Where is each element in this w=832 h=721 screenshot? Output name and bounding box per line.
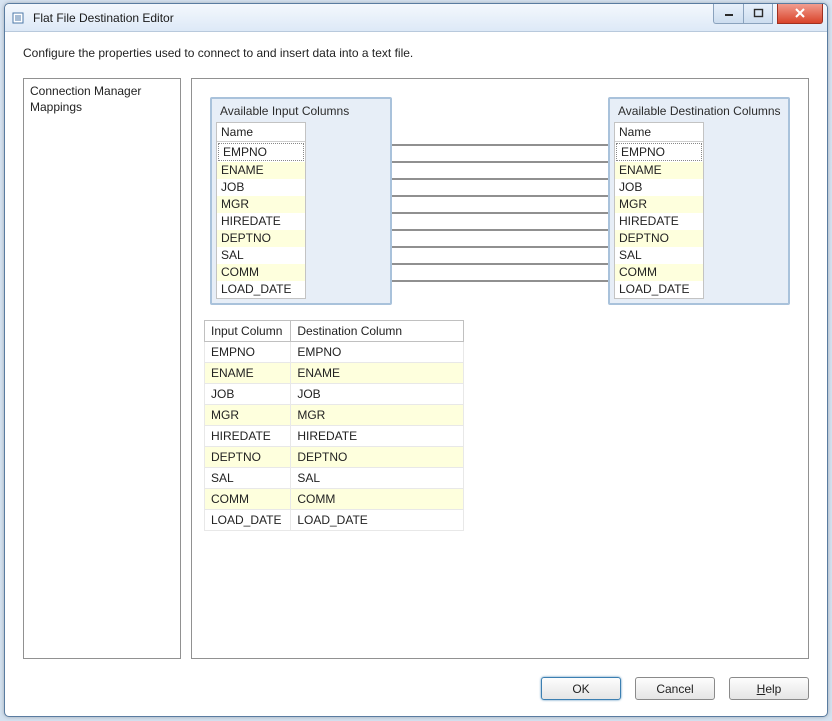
mapping-input-cell[interactable]: EMPNO: [205, 342, 291, 363]
mapping-table[interactable]: Input Column Destination Column EMPNOEMP…: [204, 320, 464, 531]
window-title: Flat File Destination Editor: [33, 11, 713, 25]
dialog-window: Flat File Destination Editor Configure t…: [4, 3, 828, 717]
input-col-sal[interactable]: SAL: [217, 247, 305, 264]
mapping-grid: Input Column Destination Column EMPNOEMP…: [204, 319, 796, 531]
dialog-button-bar: OK Cancel Help: [5, 667, 827, 716]
mapping-row[interactable]: LOAD_DATELOAD_DATE: [205, 510, 464, 531]
destination-column-list[interactable]: Name EMPNOENAMEJOBMGRHIREDATEDEPTNOSALCO…: [614, 122, 704, 299]
input-col-deptno[interactable]: DEPTNO: [217, 230, 305, 247]
mapping-destination-cell[interactable]: COMM: [291, 489, 464, 510]
mapping-destination-cell[interactable]: DEPTNO: [291, 447, 464, 468]
column-mapping-visual: Available Input Columns Name EMPNOENAMEJ…: [204, 89, 796, 305]
nav-item-mappings[interactable]: Mappings: [30, 99, 174, 115]
input-box-title: Available Input Columns: [216, 102, 386, 122]
dest-col-mgr[interactable]: MGR: [615, 196, 703, 213]
ok-button[interactable]: OK: [541, 677, 621, 700]
minimize-button[interactable]: [713, 4, 743, 24]
mapping-row[interactable]: ENAMEENAME: [205, 363, 464, 384]
nav-item-connection-manager[interactable]: Connection Manager: [30, 83, 174, 99]
window-controls: [713, 4, 827, 24]
title-bar[interactable]: Flat File Destination Editor: [5, 4, 827, 32]
mapping-input-cell[interactable]: LOAD_DATE: [205, 510, 291, 531]
mapping-input-cell[interactable]: MGR: [205, 405, 291, 426]
mapping-destination-cell[interactable]: EMPNO: [291, 342, 464, 363]
mapping-input-cell[interactable]: ENAME: [205, 363, 291, 384]
content-panel: Available Input Columns Name EMPNOENAMEJ…: [191, 78, 809, 659]
mapping-connectors: [392, 97, 608, 297]
mapping-row[interactable]: HIREDATEHIREDATE: [205, 426, 464, 447]
input-list-header: Name: [217, 123, 305, 142]
input-col-hiredate[interactable]: HIREDATE: [217, 213, 305, 230]
mapping-input-cell[interactable]: DEPTNO: [205, 447, 291, 468]
mapping-row[interactable]: EMPNOEMPNO: [205, 342, 464, 363]
mapping-row[interactable]: JOBJOB: [205, 384, 464, 405]
app-icon: [11, 10, 27, 26]
dest-col-load_date[interactable]: LOAD_DATE: [615, 281, 703, 298]
main-area: Connection Manager Mappings Available In…: [23, 78, 809, 659]
mapping-row[interactable]: SALSAL: [205, 468, 464, 489]
col-header-destination[interactable]: Destination Column: [291, 321, 464, 342]
available-destination-columns-box: Available Destination Columns Name EMPNO…: [608, 97, 790, 305]
help-label-first-letter: H: [757, 682, 766, 696]
dest-list-header: Name: [615, 123, 703, 142]
mapping-destination-cell[interactable]: JOB: [291, 384, 464, 405]
input-col-empno[interactable]: EMPNO: [218, 143, 304, 161]
dest-col-sal[interactable]: SAL: [615, 247, 703, 264]
mapping-input-cell[interactable]: COMM: [205, 489, 291, 510]
dest-col-ename[interactable]: ENAME: [615, 162, 703, 179]
mapping-input-cell[interactable]: HIREDATE: [205, 426, 291, 447]
mapping-row[interactable]: COMMCOMM: [205, 489, 464, 510]
mapping-row[interactable]: DEPTNODEPTNO: [205, 447, 464, 468]
help-button[interactable]: Help: [729, 677, 809, 700]
input-col-ename[interactable]: ENAME: [217, 162, 305, 179]
mapping-destination-cell[interactable]: LOAD_DATE: [291, 510, 464, 531]
col-header-input[interactable]: Input Column: [205, 321, 291, 342]
input-col-job[interactable]: JOB: [217, 179, 305, 196]
mapping-destination-cell[interactable]: SAL: [291, 468, 464, 489]
input-col-load_date[interactable]: LOAD_DATE: [217, 281, 305, 298]
cancel-button[interactable]: Cancel: [635, 677, 715, 700]
dest-col-job[interactable]: JOB: [615, 179, 703, 196]
input-col-mgr[interactable]: MGR: [217, 196, 305, 213]
page-navigator: Connection Manager Mappings: [23, 78, 181, 659]
available-input-columns-box: Available Input Columns Name EMPNOENAMEJ…: [210, 97, 392, 305]
mapping-destination-cell[interactable]: HIREDATE: [291, 426, 464, 447]
mapping-destination-cell[interactable]: ENAME: [291, 363, 464, 384]
help-label-rest: elp: [765, 682, 781, 696]
close-button[interactable]: [777, 4, 823, 24]
dest-col-hiredate[interactable]: HIREDATE: [615, 213, 703, 230]
dest-col-empno[interactable]: EMPNO: [616, 143, 702, 161]
mapping-input-cell[interactable]: JOB: [205, 384, 291, 405]
dest-box-title: Available Destination Columns: [614, 102, 784, 122]
mapping-input-cell[interactable]: SAL: [205, 468, 291, 489]
mapping-destination-cell[interactable]: MGR: [291, 405, 464, 426]
mapping-row[interactable]: MGRMGR: [205, 405, 464, 426]
dest-col-comm[interactable]: COMM: [615, 264, 703, 281]
dest-col-deptno[interactable]: DEPTNO: [615, 230, 703, 247]
maximize-button[interactable]: [743, 4, 773, 24]
input-col-comm[interactable]: COMM: [217, 264, 305, 281]
dialog-description: Configure the properties used to connect…: [5, 32, 827, 70]
input-column-list[interactable]: Name EMPNOENAMEJOBMGRHIREDATEDEPTNOSALCO…: [216, 122, 306, 299]
